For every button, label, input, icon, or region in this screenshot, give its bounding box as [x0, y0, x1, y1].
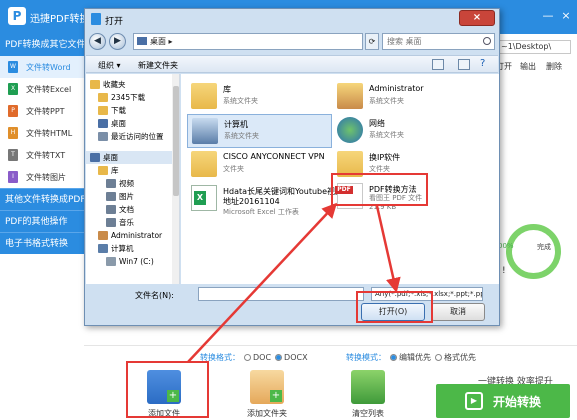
arrow-to-pdf	[187, 202, 338, 363]
arrow-to-open	[375, 205, 401, 293]
annotation-arrows	[187, 202, 401, 363]
